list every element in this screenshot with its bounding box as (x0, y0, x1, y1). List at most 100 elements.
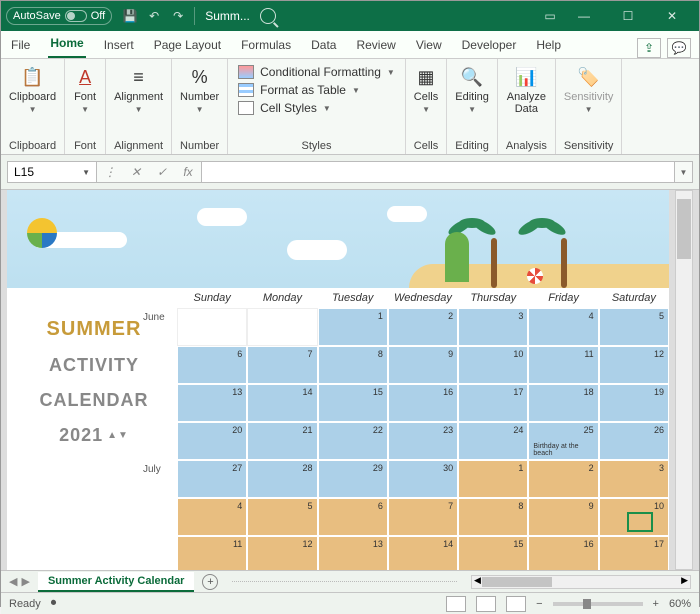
calendar-cell[interactable]: 20 (177, 422, 247, 460)
calendar-cell[interactable]: 13 (318, 536, 388, 570)
calendar-cell[interactable]: 14 (388, 536, 458, 570)
tab-page-layout[interactable]: Page Layout (152, 32, 223, 58)
maximize-button[interactable]: ☐ (606, 1, 650, 31)
calendar-cell[interactable] (177, 308, 247, 346)
zoom-level[interactable]: 60% (669, 598, 691, 610)
calendar-cell[interactable]: 23 (388, 422, 458, 460)
conditional-formatting-button[interactable]: Conditional Formatting▼ (238, 63, 395, 81)
expand-formula-icon[interactable]: ▼ (675, 161, 693, 183)
comments-button[interactable]: 💬 (667, 38, 691, 58)
editing-button[interactable]: 🔍 Editing ▼ (455, 65, 489, 114)
calendar-cell[interactable]: 26 (599, 422, 669, 460)
calendar-cell[interactable]: 5 (247, 498, 317, 536)
tab-view[interactable]: View (414, 32, 444, 58)
cell-styles-button[interactable]: Cell Styles▼ (238, 99, 395, 117)
calendar-cell[interactable]: 9 (388, 346, 458, 384)
calendar-cell[interactable]: 13 (177, 384, 247, 422)
calendar-cell[interactable]: 11 (528, 346, 598, 384)
calendar-cell[interactable]: 8 (318, 346, 388, 384)
calendar-cell[interactable]: 29 (318, 460, 388, 498)
calendar-cell[interactable]: 4 (528, 308, 598, 346)
calendar-cell[interactable]: 6 (177, 346, 247, 384)
calendar-cell[interactable]: 6 (318, 498, 388, 536)
autosave-toggle[interactable]: AutoSave Off (6, 7, 112, 25)
calendar-cell[interactable]: 30 (388, 460, 458, 498)
calendar-cell[interactable]: 3 (458, 308, 528, 346)
calendar-cell[interactable]: 24 (458, 422, 528, 460)
save-icon[interactable]: 💾 (118, 4, 142, 28)
calendar-cell[interactable]: 16 (388, 384, 458, 422)
worksheet[interactable]: SUMMER ACTIVITY CALENDAR 2021▲▼ Sunday M… (7, 190, 669, 570)
tab-review[interactable]: Review (354, 32, 397, 58)
calendar-cell[interactable]: 11 (177, 536, 247, 570)
fx-icon[interactable]: fx (175, 165, 201, 179)
calendar-cell[interactable]: 10 (458, 346, 528, 384)
calendar-cell[interactable]: 1 (318, 308, 388, 346)
tab-formulas[interactable]: Formulas (239, 32, 293, 58)
calendar-cell[interactable]: 21 (247, 422, 317, 460)
calendar-cell[interactable]: 18 (528, 384, 598, 422)
calendar-cell[interactable]: 15 (318, 384, 388, 422)
next-sheet-icon[interactable]: ▶ (21, 575, 29, 588)
undo-icon[interactable]: ↶ (142, 4, 166, 28)
vertical-scrollbar[interactable] (675, 190, 693, 570)
alignment-button[interactable]: ≡ Alignment ▼ (114, 65, 163, 114)
minimize-button[interactable]: — (562, 1, 606, 31)
enter-icon[interactable]: ✓ (149, 165, 175, 179)
number-button[interactable]: % Number ▼ (180, 65, 219, 114)
formula-input[interactable] (202, 161, 675, 183)
zoom-out-button[interactable]: − (536, 598, 542, 610)
calendar-cell[interactable]: 28 (247, 460, 317, 498)
scroll-thumb[interactable] (677, 199, 691, 259)
calendar-cell[interactable]: 4 (177, 498, 247, 536)
year-spinner-icon[interactable]: ▲▼ (107, 430, 129, 441)
page-break-view-button[interactable] (506, 596, 526, 612)
calendar-cell[interactable]: 7 (247, 346, 317, 384)
calendar-cell[interactable]: 12 (599, 346, 669, 384)
calendar-cell[interactable]: 27 (177, 460, 247, 498)
calendar-cell[interactable]: 19 (599, 384, 669, 422)
calendar-cell[interactable]: 2 (528, 460, 598, 498)
analyze-data-button[interactable]: 📊 Analyze Data (507, 65, 546, 115)
zoom-in-button[interactable]: + (653, 598, 659, 610)
ribbon-display-icon[interactable]: ▭ (538, 4, 562, 28)
tab-home[interactable]: Home (48, 30, 85, 58)
tab-insert[interactable]: Insert (102, 32, 136, 58)
prev-sheet-icon[interactable]: ◀ (9, 575, 17, 588)
zoom-slider[interactable] (553, 602, 643, 606)
calendar-cell[interactable]: 12 (247, 536, 317, 570)
scroll-right-icon[interactable]: ▶ (681, 575, 688, 586)
calendar-cell[interactable]: 15 (458, 536, 528, 570)
calendar-cell[interactable]: 2 (388, 308, 458, 346)
sheet-nav-buttons[interactable]: ◀▶ (9, 575, 30, 588)
calendar-cell[interactable]: 3 (599, 460, 669, 498)
name-box[interactable]: L15▼ (7, 161, 97, 183)
calendar-cell[interactable]: 8 (458, 498, 528, 536)
calendar-cell[interactable]: 5 (599, 308, 669, 346)
sensitivity-button[interactable]: 🏷️ Sensitivity ▼ (564, 65, 614, 114)
scroll-left-icon[interactable]: ◀ (474, 575, 481, 586)
calendar-cell[interactable]: 14 (247, 384, 317, 422)
horizontal-scrollbar[interactable]: ◀▶ (471, 575, 691, 589)
format-as-table-button[interactable]: Format as Table▼ (238, 81, 395, 99)
calendar-cell[interactable]: 16 (528, 536, 598, 570)
font-button[interactable]: A Font ▼ (73, 65, 97, 114)
tab-help[interactable]: Help (534, 32, 563, 58)
zoom-knob[interactable] (583, 599, 591, 609)
tab-data[interactable]: Data (309, 32, 338, 58)
search-icon[interactable] (256, 4, 280, 28)
sheet-tab-active[interactable]: Summer Activity Calendar (38, 572, 195, 592)
cells-button[interactable]: ▦ Cells ▼ (414, 65, 438, 114)
tab-developer[interactable]: Developer (460, 32, 519, 58)
macro-record-icon[interactable]: ⏺ (51, 597, 57, 610)
page-layout-view-button[interactable] (476, 596, 496, 612)
calendar-cell[interactable]: 7 (388, 498, 458, 536)
close-button[interactable]: ✕ (650, 1, 694, 31)
calendar-cell[interactable]: 9 (528, 498, 598, 536)
clipboard-button[interactable]: 📋 Clipboard ▼ (9, 65, 56, 114)
cancel-icon[interactable]: ✕ (123, 165, 149, 179)
scroll-thumb[interactable] (482, 577, 552, 587)
normal-view-button[interactable] (446, 596, 466, 612)
tab-file[interactable]: File (9, 32, 32, 58)
share-button[interactable]: ⇪ (637, 38, 661, 58)
